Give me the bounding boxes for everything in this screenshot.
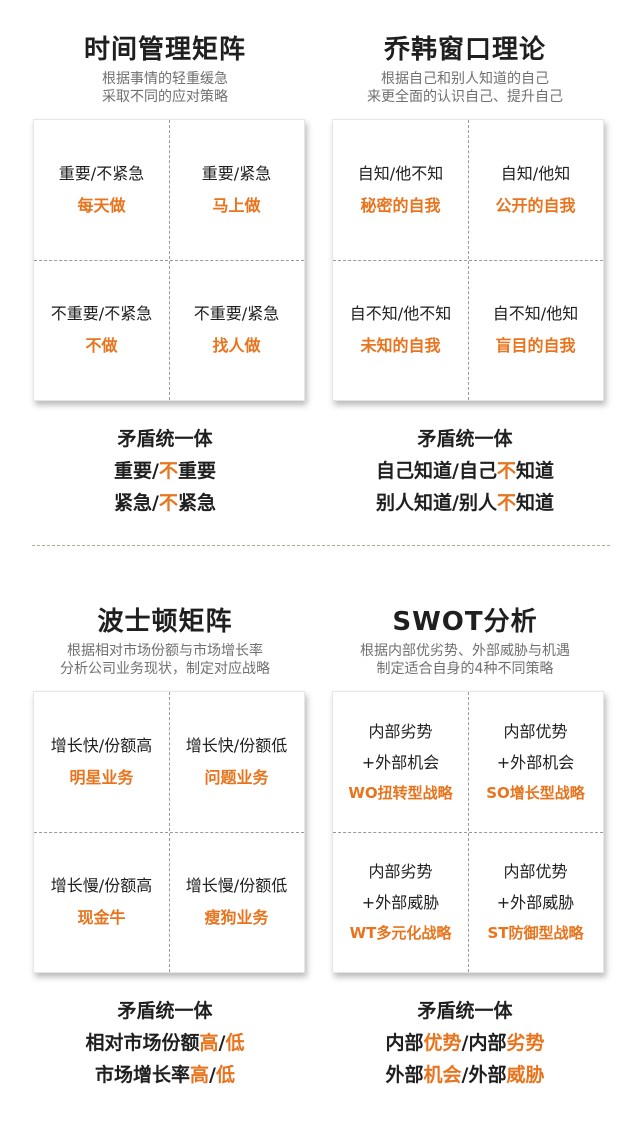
cell-strategy: 马上做 <box>212 196 261 215</box>
summary-heading: 矛盾统一体 <box>417 428 513 450</box>
quadrant-cell: 内部劣势 +外部威胁 WT多元化战略 <box>333 832 468 972</box>
summary-line: 自己知道/自己不知道 <box>376 460 554 482</box>
quadrant-cell: 重要/不紧急 每天做 <box>34 120 169 260</box>
summary-line: 市场增长率高/低 <box>95 1064 235 1086</box>
quadrant-cell: 不重要/不紧急 不做 <box>34 260 169 400</box>
quadrant-cell: 自知/他不知 秘密的自我 <box>333 120 468 260</box>
quadrant-cell: 增长快/份额高 明星业务 <box>34 692 169 832</box>
panel-subtitle-line: 来更全面的认识自己、提升自己 <box>367 89 563 105</box>
summary-heading: 矛盾统一体 <box>117 1000 213 1022</box>
cell-strategy: 未知的自我 <box>360 336 441 355</box>
cell-strategy: 现金牛 <box>77 908 126 927</box>
summary-johari: 矛盾统一体 自己知道/自己不知道 别人知道/别人不知道 <box>320 423 610 519</box>
quadrant-cell: 自不知/他不知 未知的自我 <box>333 260 468 400</box>
cell-strategy: 每天做 <box>77 196 126 215</box>
cell-strategy: 明星业务 <box>69 768 134 787</box>
cell-label: 内部优势 <box>503 861 568 881</box>
cell-label: 增长快/份额高 <box>50 736 153 755</box>
panel-title: 波士顿矩阵 <box>97 607 233 637</box>
cell-label: +外部机会 <box>361 752 440 772</box>
cell-strategy: 盲目的自我 <box>495 336 576 355</box>
summary-heading: 矛盾统一体 <box>117 428 213 450</box>
cell-label: 自不知/他不知 <box>349 304 452 323</box>
cell-strategy: 问题业务 <box>204 768 269 787</box>
cell-label: 内部劣势 <box>368 721 433 741</box>
cell-strategy: WT多元化战略 <box>349 923 452 942</box>
summary-line: 重要/不重要 <box>114 460 216 482</box>
quadrant-cell: 增长慢/份额低 瘦狗业务 <box>169 832 304 972</box>
quadrant-cell: 增长快/份额低 问题业务 <box>169 692 304 832</box>
cell-strategy: 公开的自我 <box>495 196 576 215</box>
cell-label: +外部威胁 <box>361 892 440 912</box>
panel-subtitle-line: 采取不同的应对策略 <box>102 89 228 105</box>
quadrant-cell: 自不知/他知 盲目的自我 <box>468 260 603 400</box>
summary-line: 相对市场份额高/低 <box>85 1032 245 1054</box>
panel-subtitle-line: 根据自己和别人知道的自己 <box>381 71 549 87</box>
cell-strategy: 瘦狗业务 <box>204 908 269 927</box>
panel-subtitle-line: 根据内部优劣势、外部威胁与机遇 <box>360 643 570 659</box>
panel-subtitle-line: 根据相对市场份额与市场增长率 <box>67 643 263 659</box>
cell-strategy: 找人做 <box>212 336 261 355</box>
quadrant-cell: 增长慢/份额高 现金牛 <box>34 832 169 972</box>
panel-title: 时间管理矩阵 <box>83 35 246 65</box>
summary-line: 外部机会/外部威胁 <box>385 1064 545 1086</box>
panel-swot-header: SWOT分析 根据内部优劣势、外部威胁与机遇 制定适合自身的4种不同策略 <box>320 606 610 678</box>
panel-title: SWOT分析 <box>392 607 538 637</box>
panel-time-matrix-header: 时间管理矩阵 根据事情的轻重缓急 采取不同的应对策略 <box>20 34 310 106</box>
quadrant-cell: 内部劣势 +外部机会 WO扭转型战略 <box>333 692 468 832</box>
quadrant-grid-swot: 内部劣势 +外部机会 WO扭转型战略 内部优势 +外部机会 SO增长型战略 内部… <box>332 691 604 973</box>
quadrant-cell: 内部优势 +外部机会 SO增长型战略 <box>468 692 603 832</box>
section-divider <box>32 545 610 546</box>
panel-boston-header: 波士顿矩阵 根据相对市场份额与市场增长率 分析公司业务现状，制定对应战略 <box>20 606 310 678</box>
cell-label: 重要/不紧急 <box>58 164 145 183</box>
quadrant-cell: 自知/他知 公开的自我 <box>468 120 603 260</box>
panel-subtitle-line: 分析公司业务现状，制定对应战略 <box>60 661 270 677</box>
cell-strategy: WO扭转型战略 <box>348 783 453 802</box>
cell-label: +外部威胁 <box>496 892 575 912</box>
quadrant-grid-johari: 自知/他不知 秘密的自我 自知/他知 公开的自我 自不知/他不知 未知的自我 自… <box>332 119 604 401</box>
panel-title: 乔韩窗口理论 <box>383 35 546 65</box>
summary-boston: 矛盾统一体 相对市场份额高/低 市场增长率高/低 <box>20 995 310 1091</box>
cell-label: 自知/他知 <box>500 164 571 183</box>
cell-label: 内部劣势 <box>368 861 433 881</box>
summary-line: 内部优势/内部劣势 <box>385 1032 545 1054</box>
summary-swot: 矛盾统一体 内部优势/内部劣势 外部机会/外部威胁 <box>320 995 610 1091</box>
cell-label: 自不知/他知 <box>492 304 579 323</box>
panel-subtitle-line: 制定适合自身的4种不同策略 <box>376 661 554 677</box>
quadrant-cell: 重要/紧急 马上做 <box>169 120 304 260</box>
cell-label: 重要/紧急 <box>201 164 272 183</box>
cell-strategy: ST防御型战略 <box>487 923 584 942</box>
cell-label: +外部机会 <box>496 752 575 772</box>
summary-heading: 矛盾统一体 <box>417 1000 513 1022</box>
panel-subtitle-line: 根据事情的轻重缓急 <box>102 71 228 87</box>
cell-label: 自知/他不知 <box>357 164 444 183</box>
cell-strategy: 秘密的自我 <box>360 196 441 215</box>
cell-strategy: SO增长型战略 <box>486 783 585 802</box>
cell-label: 增长快/份额低 <box>185 736 288 755</box>
quadrant-grid-time-matrix: 重要/不紧急 每天做 重要/紧急 马上做 不重要/不紧急 不做 不重要/紧急 找… <box>33 119 305 401</box>
quadrant-cell: 不重要/紧急 找人做 <box>169 260 304 400</box>
cell-label: 不重要/紧急 <box>193 304 280 323</box>
quadrant-cell: 内部优势 +外部威胁 ST防御型战略 <box>468 832 603 972</box>
summary-line: 别人知道/别人不知道 <box>376 492 554 514</box>
cell-label: 内部优势 <box>503 721 568 741</box>
cell-strategy: 不做 <box>85 336 118 355</box>
summary-line: 紧急/不紧急 <box>114 492 216 514</box>
cell-label: 不重要/不紧急 <box>50 304 153 323</box>
summary-time-matrix: 矛盾统一体 重要/不重要 紧急/不紧急 <box>20 423 310 519</box>
panel-johari-header: 乔韩窗口理论 根据自己和别人知道的自己 来更全面的认识自己、提升自己 <box>320 34 610 106</box>
cell-label: 增长慢/份额高 <box>50 876 153 895</box>
quadrant-grid-boston: 增长快/份额高 明星业务 增长快/份额低 问题业务 增长慢/份额高 现金牛 增长… <box>33 691 305 973</box>
cell-label: 增长慢/份额低 <box>185 876 288 895</box>
